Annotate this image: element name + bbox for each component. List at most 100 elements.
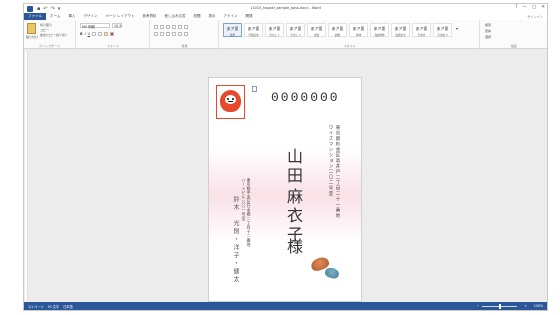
style-name: 標準: [229, 34, 236, 37]
recipient-address-line1: 東京都杉並区高井戸二丁目二十一番地: [335, 125, 340, 219]
window-controls: ? — ▢ ✕: [515, 5, 545, 10]
tab-addins[interactable]: アドイン: [219, 13, 241, 20]
select-button[interactable]: 選択: [485, 35, 491, 39]
page-count[interactable]: 1/1 ページ: [28, 304, 44, 309]
style-subtitle[interactable]: あア亜 副題: [328, 23, 347, 37]
status-bar: 1/1 ページ 93 文字 日本語 − + 100%: [24, 302, 547, 310]
tab-mailings[interactable]: 差し込み文書: [160, 13, 189, 20]
paragraph-group-label: 段落: [181, 44, 188, 48]
zoom-in-icon[interactable]: +: [524, 304, 527, 308]
style-sample: あア亜: [226, 26, 239, 31]
decrease-indent-icon[interactable]: [172, 24, 176, 29]
style-name: 引用文: [417, 34, 426, 37]
style-name: 強調斜体: [374, 34, 385, 37]
tab-design[interactable]: デザイン: [79, 13, 101, 20]
paragraph-group: 段落: [151, 20, 219, 49]
underline-icon[interactable]: U: [88, 32, 90, 36]
style-quote[interactable]: あア亜 引用文: [412, 23, 431, 37]
format-painter-button[interactable]: 書式のコピー/貼り付け: [40, 33, 67, 37]
styles-more-icon[interactable]: ▾: [456, 26, 458, 31]
daruma-mouth: [228, 101, 233, 102]
font-group: MS 明朝 10.5 B I U フォント: [77, 20, 150, 49]
strikethrough-icon[interactable]: [92, 31, 97, 36]
replace-button[interactable]: 置換: [485, 29, 491, 33]
tab-file[interactable]: ファイル: [24, 13, 46, 20]
tab-review[interactable]: 校閲: [189, 13, 204, 20]
font-name-select[interactable]: MS 明朝: [80, 23, 110, 29]
align-right-icon[interactable]: [166, 31, 170, 36]
daruma-eye-right: [232, 98, 234, 100]
style-normal[interactable]: あア亜 標準: [223, 23, 242, 37]
tab-developer[interactable]: 開発: [241, 13, 256, 20]
zoom-level[interactable]: 100%: [534, 304, 543, 308]
tab-page-layout[interactable]: ページ レイアウト: [101, 13, 138, 20]
style-heading-1[interactable]: あア亜 見出し 1: [265, 23, 284, 37]
style-name: 引用文 2: [437, 34, 448, 37]
style-sample: あア亜: [247, 26, 260, 31]
close-button[interactable]: ✕: [541, 5, 545, 10]
subscript-icon[interactable]: [98, 31, 103, 36]
sort-icon[interactable]: [184, 24, 188, 29]
daruma-eye-left: [227, 98, 229, 100]
line-spacing-icon[interactable]: [178, 31, 182, 36]
increase-indent-icon[interactable]: [178, 24, 182, 29]
recipient-honorific: 様: [284, 238, 303, 257]
style-name: 見出し 1: [269, 34, 280, 37]
style-strong[interactable]: あア亜 強調太字: [391, 23, 410, 37]
style-sample: あア亜: [310, 26, 323, 31]
align-center-icon[interactable]: [160, 31, 164, 36]
style-name: 強調太字: [395, 34, 406, 37]
sign-in-link[interactable]: サインイン: [527, 14, 547, 19]
paste-icon[interactable]: [27, 23, 36, 34]
cut-button[interactable]: 切り取り: [40, 23, 52, 27]
sender-address-line2: ハートビル八〇一号室: [242, 178, 247, 221]
highlight-icon[interactable]: [104, 31, 109, 36]
tab-home[interactable]: ホーム: [46, 13, 64, 20]
style-emphasis[interactable]: あア亜 斜体: [349, 23, 368, 37]
editing-group: 検索 置換 選択 編集: [481, 20, 547, 49]
language-indicator[interactable]: 日本語: [63, 304, 73, 309]
zoom-slider-knob[interactable]: [499, 303, 502, 309]
vertical-ruler: [25, 52, 28, 300]
find-button[interactable]: 検索: [485, 23, 491, 27]
postcard-page[interactable]: 0000000 東京都杉並区高井戸二丁目二十一番地 ワイズマンション二〇二号室 …: [209, 78, 361, 301]
tab-references[interactable]: 参考資料: [138, 13, 160, 20]
style-no-spacing[interactable]: あア亜 行間詰め: [244, 23, 263, 37]
style-intense-emphasis[interactable]: あア亜 強調斜体: [370, 23, 389, 37]
daruma-stamp[interactable]: [216, 85, 245, 119]
zoom-slider[interactable]: [482, 303, 518, 309]
shading-icon[interactable]: [184, 31, 188, 36]
bold-icon[interactable]: B: [80, 32, 83, 36]
style-sample: あア亜: [352, 26, 365, 31]
paragraph-row-1: [154, 24, 188, 29]
tab-insert[interactable]: 挿入: [64, 13, 79, 20]
multilevel-list-icon[interactable]: [166, 24, 170, 29]
font-size-select[interactable]: 10.5: [112, 23, 122, 28]
style-intense-quote[interactable]: あア亜引用文 2: [433, 23, 452, 37]
numbering-icon[interactable]: [160, 24, 164, 29]
copy-button[interactable]: コピー: [40, 28, 49, 32]
italic-icon[interactable]: I: [85, 32, 86, 36]
justify-icon[interactable]: [172, 31, 176, 36]
style-sample: あア亜: [436, 26, 449, 31]
paragraph-row-2: [154, 31, 188, 36]
style-name: 副題: [334, 34, 341, 37]
sender-address-line1: 東京都中央区日本橋二丁目十二番地: [247, 178, 252, 247]
help-icon[interactable]: ?: [515, 5, 517, 10]
zoom-out-icon[interactable]: −: [477, 304, 480, 308]
postal-code: 0000000: [271, 90, 340, 105]
style-heading-2[interactable]: あア亜 見出し 2: [286, 23, 305, 37]
style-title[interactable]: あア亜 表題: [307, 23, 326, 37]
daruma-icon: [220, 90, 241, 112]
word-count[interactable]: 93 文字: [48, 304, 59, 309]
word-window: ▪ ↶ ↷ ▾ 11010_hagaki_sample_boss.docx - …: [23, 3, 548, 311]
paste-label[interactable]: 貼り付け: [26, 35, 38, 39]
align-left-icon[interactable]: [154, 31, 158, 36]
font-color-icon[interactable]: [110, 31, 115, 36]
bullets-icon[interactable]: [154, 24, 158, 29]
minimize-button[interactable]: —: [522, 5, 527, 10]
anchor-icon: [252, 86, 257, 92]
style-name: 見出し 2: [290, 34, 301, 37]
maximize-button[interactable]: ▢: [532, 5, 536, 10]
tab-view[interactable]: 表示: [204, 13, 219, 20]
